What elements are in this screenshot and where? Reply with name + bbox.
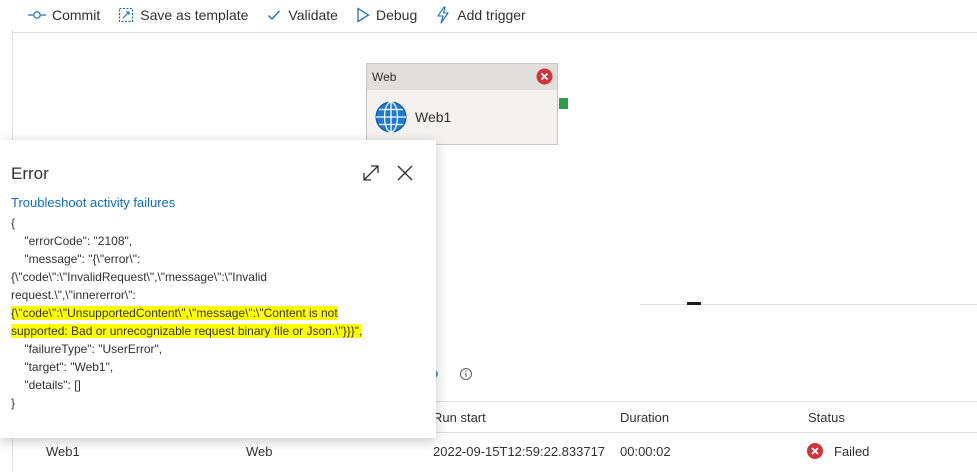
json-line: "failureType": "UserError", bbox=[11, 342, 163, 356]
checkmark-icon bbox=[268, 10, 281, 20]
error-json: { "errorCode": "2108", "message": "{\"er… bbox=[11, 214, 411, 412]
error-dialog-title: Error bbox=[11, 164, 49, 183]
add-trigger-button[interactable]: Add trigger bbox=[435, 6, 526, 24]
json-line: "errorCode": "2108", bbox=[11, 234, 133, 248]
success-output-port[interactable] bbox=[559, 98, 568, 109]
json-line: "details": [] bbox=[11, 378, 81, 392]
json-line: } bbox=[11, 396, 16, 410]
cell-activity-name: Web1 bbox=[46, 444, 80, 459]
validate-label: Validate bbox=[288, 7, 338, 23]
save-as-template-button[interactable]: Save as template bbox=[118, 7, 248, 23]
activity-body: Web1 bbox=[367, 90, 557, 144]
column-header-duration[interactable]: Duration bbox=[620, 410, 669, 425]
activity-name: Web1 bbox=[415, 109, 452, 125]
cell-duration: 00:00:02 bbox=[620, 444, 671, 459]
cell-activity-type: Web bbox=[246, 444, 273, 459]
json-line-highlighted-wrap: supported: Bad or unrecognizable request… bbox=[11, 322, 411, 340]
json-line-highlighted: {\"code\":\"UnsupportedContent\",\"messa… bbox=[11, 306, 338, 320]
error-icon[interactable] bbox=[536, 68, 553, 85]
add-trigger-label: Add trigger bbox=[457, 7, 526, 23]
template-icon bbox=[119, 7, 134, 23]
json-line: request.\",\"innererror\": bbox=[11, 288, 136, 302]
close-icon[interactable] bbox=[395, 163, 415, 183]
info-icon[interactable] bbox=[459, 367, 473, 381]
json-line-highlighted: supported: Bad or unrecognizable request… bbox=[11, 324, 363, 338]
commit-label: Commit bbox=[52, 7, 101, 23]
column-header-status[interactable]: Status bbox=[808, 410, 845, 425]
debug-button[interactable]: Debug bbox=[356, 7, 417, 23]
resize-handle[interactable] bbox=[687, 302, 701, 305]
cell-status: Failed bbox=[834, 444, 870, 459]
web-activity-node[interactable]: Web Web1 bbox=[366, 63, 558, 145]
toolbar-divider bbox=[12, 32, 977, 33]
lightning-icon bbox=[437, 6, 449, 24]
play-icon bbox=[357, 7, 370, 23]
table-header-top-border bbox=[428, 401, 977, 402]
json-line: {\"code\":\"InvalidRequest\",\"message\"… bbox=[11, 270, 267, 284]
failed-status-icon bbox=[807, 443, 823, 459]
error-dialog: Error Troubleshoot activity failures { "… bbox=[0, 140, 436, 438]
json-line-highlighted-wrap: {\"code\":\"UnsupportedContent\",\"messa… bbox=[11, 304, 411, 322]
globe-icon bbox=[375, 101, 407, 133]
expand-icon[interactable] bbox=[361, 163, 381, 183]
json-line: { bbox=[11, 216, 16, 230]
debug-label: Debug bbox=[375, 7, 418, 23]
json-line: "message": "{\"error\": bbox=[11, 252, 141, 266]
validate-button[interactable]: Validate bbox=[266, 7, 338, 23]
save-as-template-label: Save as template bbox=[140, 7, 249, 23]
json-line: "target": "Web1", bbox=[11, 360, 114, 374]
commit-button[interactable]: Commit bbox=[28, 7, 100, 23]
toolbar: Commit Save as template Validate Debug A… bbox=[0, 0, 977, 30]
commit-icon bbox=[28, 11, 46, 19]
activity-header: Web bbox=[367, 64, 557, 90]
activity-type-label: Web bbox=[372, 70, 397, 84]
column-header-run-start[interactable]: Run start bbox=[433, 410, 486, 425]
cell-run-start: 2022-09-15T12:59:22.833717 bbox=[433, 444, 606, 459]
troubleshoot-link[interactable]: Troubleshoot activity failures bbox=[11, 195, 175, 210]
